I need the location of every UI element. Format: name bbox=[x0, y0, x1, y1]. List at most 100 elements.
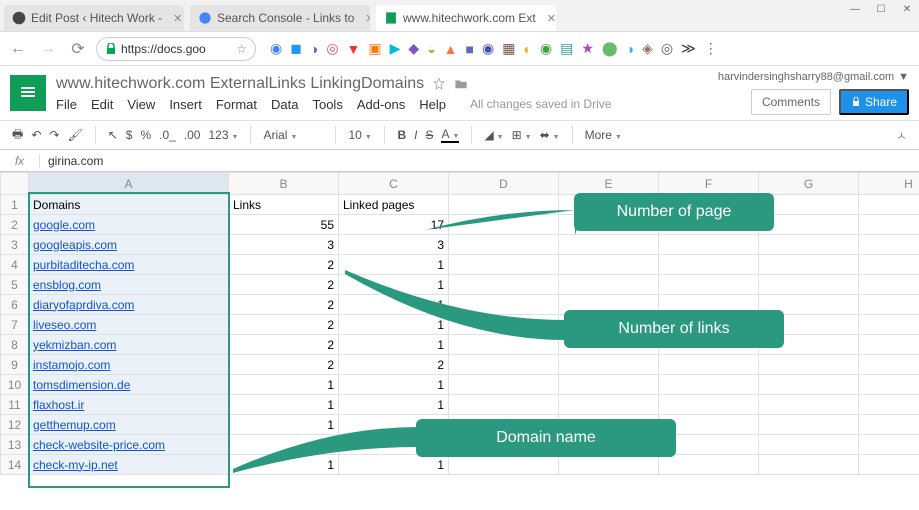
cell[interactable]: check-my-ip.net bbox=[29, 455, 229, 475]
back-button[interactable]: ← bbox=[6, 37, 30, 61]
ext-icon[interactable]: ▦ bbox=[502, 40, 515, 57]
cell[interactable] bbox=[759, 415, 859, 435]
cell[interactable]: 2 bbox=[229, 355, 339, 375]
cell[interactable] bbox=[859, 375, 919, 395]
column-header[interactable]: D bbox=[449, 173, 559, 195]
row-header[interactable]: 10 bbox=[1, 375, 29, 395]
account-email[interactable]: harvindersinghsharry88@gmail.com ▼ bbox=[718, 71, 909, 83]
cell[interactable]: 2 bbox=[229, 315, 339, 335]
ext-icon[interactable]: ▶ bbox=[390, 40, 401, 57]
domain-link[interactable]: check-my-ip.net bbox=[33, 458, 118, 472]
ext-icon[interactable]: ◒ bbox=[427, 41, 435, 57]
cell[interactable] bbox=[659, 275, 759, 295]
domain-link[interactable]: flaxhost.ir bbox=[33, 398, 84, 412]
cell[interactable] bbox=[759, 355, 859, 375]
cell[interactable] bbox=[859, 215, 919, 235]
menu-insert[interactable]: Insert bbox=[169, 97, 202, 112]
column-header[interactable]: G bbox=[759, 173, 859, 195]
cell[interactable]: yekmizban.com bbox=[29, 335, 229, 355]
cell[interactable] bbox=[759, 375, 859, 395]
column-header[interactable]: B bbox=[229, 173, 339, 195]
cell[interactable]: check-website-price.com bbox=[29, 435, 229, 455]
cell[interactable] bbox=[859, 355, 919, 375]
domain-link[interactable]: purbitaditecha.com bbox=[33, 258, 134, 272]
cell[interactable]: Domains bbox=[29, 195, 229, 215]
menu-addons[interactable]: Add-ons bbox=[357, 97, 405, 112]
cell[interactable] bbox=[449, 355, 559, 375]
cell[interactable] bbox=[559, 355, 659, 375]
borders-icon[interactable]: ⊞ bbox=[512, 128, 532, 142]
currency-icon[interactable]: $ bbox=[126, 128, 133, 142]
percent-icon[interactable]: % bbox=[140, 128, 151, 142]
cell[interactable]: 1 bbox=[339, 375, 449, 395]
cell[interactable] bbox=[759, 255, 859, 275]
cell[interactable]: 2 bbox=[339, 355, 449, 375]
cell[interactable] bbox=[449, 455, 559, 475]
cell[interactable]: getthemup.com bbox=[29, 415, 229, 435]
font-dropdown[interactable]: Arial bbox=[263, 128, 323, 142]
column-header[interactable]: C bbox=[339, 173, 449, 195]
cell[interactable] bbox=[759, 435, 859, 455]
cell[interactable]: googleapis.com bbox=[29, 235, 229, 255]
cell[interactable]: 2 bbox=[229, 275, 339, 295]
document-title[interactable]: www.hitechwork.com ExternalLinks Linking… bbox=[56, 75, 424, 93]
row-header[interactable]: 14 bbox=[1, 455, 29, 475]
row-header[interactable]: 9 bbox=[1, 355, 29, 375]
ext-icon[interactable]: ◎ bbox=[661, 40, 673, 57]
ext-icon[interactable]: ◑ bbox=[626, 41, 634, 57]
cell[interactable]: 55 bbox=[229, 215, 339, 235]
forward-button[interactable]: → bbox=[36, 37, 60, 61]
row-header[interactable]: 6 bbox=[1, 295, 29, 315]
row-header[interactable]: 5 bbox=[1, 275, 29, 295]
cell[interactable] bbox=[449, 395, 559, 415]
close-window-icon[interactable]: ✕ bbox=[895, 0, 919, 18]
format-dropdown[interactable]: 123 bbox=[208, 128, 238, 142]
cell[interactable]: 2 bbox=[229, 295, 339, 315]
more-toolbar[interactable]: More bbox=[585, 128, 622, 142]
maximize-icon[interactable]: ☐ bbox=[869, 0, 893, 18]
row-header[interactable]: 3 bbox=[1, 235, 29, 255]
row-header[interactable]: 11 bbox=[1, 395, 29, 415]
column-header[interactable]: F bbox=[659, 173, 759, 195]
paint-format-icon[interactable]: 🖌 bbox=[67, 128, 82, 142]
menu-tools[interactable]: Tools bbox=[312, 97, 342, 112]
minimize-icon[interactable]: — bbox=[843, 0, 867, 18]
column-header[interactable]: H bbox=[859, 173, 919, 195]
column-header[interactable]: E bbox=[559, 173, 659, 195]
redo-icon[interactable]: ↷ bbox=[49, 128, 59, 142]
increase-decimal-icon[interactable]: .00 bbox=[184, 128, 201, 142]
cell[interactable] bbox=[859, 195, 919, 215]
close-icon[interactable]: ✕ bbox=[547, 12, 556, 25]
domain-link[interactable]: ensblog.com bbox=[33, 278, 101, 292]
star-icon[interactable]: ☆ bbox=[236, 42, 247, 56]
row-header[interactable]: 12 bbox=[1, 415, 29, 435]
cell[interactable]: 1 bbox=[339, 395, 449, 415]
browser-tab[interactable]: Edit Post ‹ Hitech Work - ✕ bbox=[4, 5, 184, 31]
cell[interactable] bbox=[759, 275, 859, 295]
table-row[interactable]: 10tomsdimension.de11 bbox=[1, 375, 919, 395]
browser-tab-active[interactable]: www.hitechwork.com Ext ✕ bbox=[376, 5, 556, 31]
cell[interactable] bbox=[759, 235, 859, 255]
url-input[interactable]: https://docs.goo ☆ bbox=[96, 37, 256, 61]
cell[interactable] bbox=[659, 255, 759, 275]
ext-icon[interactable]: ▤ bbox=[560, 40, 573, 57]
row-header[interactable]: 13 bbox=[1, 435, 29, 455]
decrease-decimal-icon[interactable]: .0_ bbox=[159, 128, 176, 142]
strikethrough-icon[interactable]: S bbox=[425, 128, 433, 142]
cell[interactable] bbox=[659, 235, 759, 255]
cell[interactable] bbox=[759, 455, 859, 475]
cell[interactable]: Links bbox=[229, 195, 339, 215]
menu-view[interactable]: View bbox=[127, 97, 155, 112]
row-header[interactable]: 2 bbox=[1, 215, 29, 235]
column-header[interactable]: A bbox=[29, 173, 229, 195]
cell[interactable]: diaryofaprdiva.com bbox=[29, 295, 229, 315]
ext-icon[interactable]: ◉ bbox=[540, 40, 552, 57]
cell[interactable]: tomsdimension.de bbox=[29, 375, 229, 395]
cell[interactable] bbox=[449, 375, 559, 395]
ext-icon[interactable]: ◉ bbox=[270, 40, 282, 57]
ext-icon[interactable]: ◐ bbox=[523, 41, 531, 57]
cell[interactable] bbox=[559, 455, 659, 475]
menu-file[interactable]: File bbox=[56, 97, 77, 112]
cell[interactable] bbox=[659, 355, 759, 375]
italic-icon[interactable]: I bbox=[414, 128, 417, 142]
